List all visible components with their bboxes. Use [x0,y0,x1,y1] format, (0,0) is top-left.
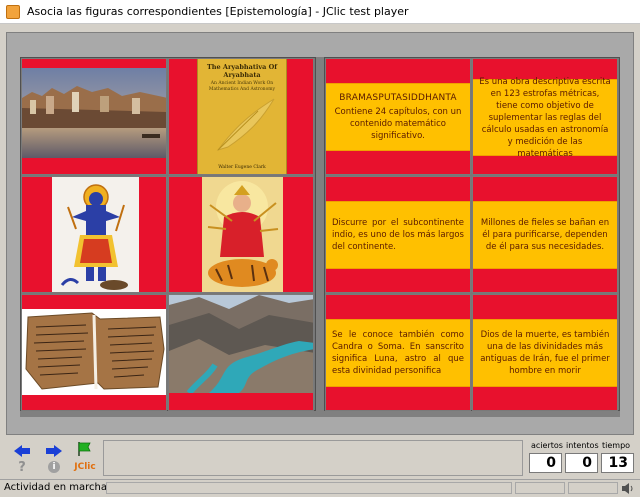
text-cell-subcontinente-box: Discurre por el subcontinente indio, es … [326,201,470,269]
book-title-line2: Aryabhata [223,71,261,79]
window-titlebar: Asocia las figuras correspondientes [Epi… [0,0,640,24]
help-button[interactable]: ? [12,459,32,475]
text-cell-body: Contiene 24 capítulos, con un contenido … [334,107,462,141]
text-cell-body: Dios de la muerte, es también una de las… [480,330,610,376]
goddess-tiger-image [202,177,283,292]
jclic-logo-label: JClic [74,461,96,472]
text-cell-muerte-box: Dios de la muerte, es también una de las… [473,319,617,387]
text-cell-bramasputa[interactable]: BRAMASPUTASIDDHANTA Contiene 24 capítulo… [325,58,471,175]
tiempo-label: tiempo [602,441,631,450]
image-cell-ghats[interactable] [21,58,167,175]
image-grid: The Aryabhativa Of Aryabhata An Ancient … [20,57,316,411]
text-cell-soma[interactable]: Se le conoce también como Candra o Soma.… [325,294,471,411]
text-cell-body: Es una obra descriptiva escrita en 123 e… [479,76,611,159]
text-cell-body: Discurre por el subcontinente indio, es … [332,218,464,252]
green-flag-icon [78,442,91,456]
question-mark-icon: ? [18,459,26,475]
jclic-about-button[interactable]: JClic [72,459,98,475]
image-cell-blue-deity[interactable] [21,176,167,293]
status-progress-area [106,482,512,494]
image-cell-book[interactable]: The Aryabhativa Of Aryabhata An Ancient … [168,58,314,175]
next-activity-button[interactable] [44,443,64,459]
intentos-counter: 0 [565,453,598,473]
text-grid: BRAMASPUTASIDDHANTA Contiene 24 capítulo… [324,57,620,411]
speaker-icon [622,483,633,494]
reset-activity-button[interactable] [74,441,94,457]
arrow-left-icon [14,445,30,457]
info-button[interactable]: i [44,459,64,475]
sound-toggle-button[interactable] [622,483,634,497]
status-bar: Actividad en marcha [0,479,640,497]
jclic-app-icon [6,4,20,19]
window-title: Asocia las figuras correspondientes [Epi… [27,5,409,18]
book-author: Walter Eugene Clark [218,165,266,170]
text-cell-obra[interactable]: Es una obra descriptiva escrita en 123 e… [472,58,618,175]
mountain-river-image [169,295,313,393]
book-subtitle-line2: Mathematics And Astronomy [208,87,276,92]
text-cell-muerte[interactable]: Dios de la muerte, es también una de las… [472,294,618,411]
aciertos-label: aciertos [531,441,563,450]
previous-activity-button[interactable] [12,443,32,459]
status-field [515,482,565,494]
text-cell-body: Millones de fieles se bañan en él para p… [480,218,610,252]
activity-board: The Aryabhativa Of Aryabhata An Ancient … [20,57,620,417]
papyrus-image [22,309,166,395]
intentos-label: intentos [566,441,599,450]
text-cell-fieles[interactable]: Millones de fieles se bañan en él para p… [472,176,618,293]
image-cell-river[interactable] [168,294,314,411]
blue-deity-image [52,177,139,292]
image-cell-papyrus[interactable] [21,294,167,411]
player-controls: ? i JClic aciertos intentos tiempo 0 0 1… [0,437,640,477]
text-cell-bramasputa-box: BRAMASPUTASIDDHANTA Contiene 24 capítulo… [326,83,470,151]
aciertos-counter: 0 [529,453,562,473]
text-cell-fieles-box: Millones de fieles se bañan en él para p… [473,201,617,269]
book-title: The Aryabhativa Of Aryabhata [202,63,282,79]
text-cell-subcontinente[interactable]: Discurre por el subcontinente indio, es … [325,176,471,293]
message-area [103,440,523,476]
image-cell-goddess[interactable] [168,176,314,293]
activity-panel: The Aryabhativa Of Aryabhata An Ancient … [6,32,634,435]
tiempo-counter: 13 [601,453,634,473]
status-text: Actividad en marcha [4,482,107,493]
feather-quill-icon [216,98,275,151]
text-cell-soma-box: Se le conoce también como Candra o Soma.… [326,319,470,387]
book-subtitle: An Ancient Indian Work On Mathematics An… [202,81,282,93]
arrow-right-icon [46,445,62,457]
text-cell-heading: BRAMASPUTASIDDHANTA [339,93,457,103]
status-field [568,482,618,494]
info-icon: i [48,461,60,473]
text-cell-obra-box: Es una obra descriptiva escrita en 123 e… [473,77,617,159]
text-cell-body: Se le conoce también como Candra o Soma.… [332,330,464,376]
book-title-line1: The Aryabhativa Of [206,63,278,71]
book-cover-image: The Aryabhativa Of Aryabhata An Ancient … [197,59,287,174]
ghats-river-image [22,68,166,158]
